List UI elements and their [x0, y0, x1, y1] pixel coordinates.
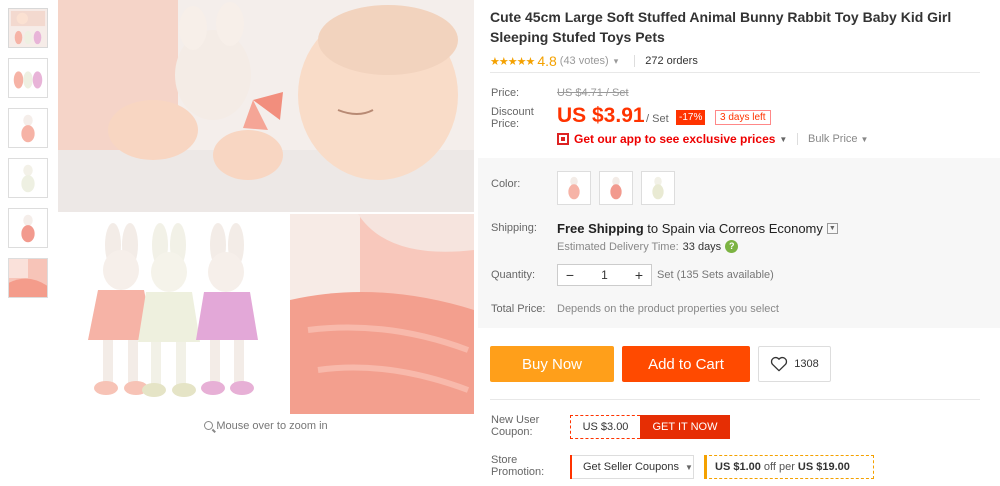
- deal-threshold: US $19.00: [797, 461, 850, 473]
- deal-discount: US $1.00: [715, 461, 761, 473]
- shipping-destination: to Spain via Correos Economy: [647, 221, 823, 236]
- app-promo-text: Get our app to see exclusive prices: [574, 132, 776, 146]
- store-label-line2: Promotion:: [491, 466, 545, 478]
- bulk-price-label: Bulk Price: [808, 133, 858, 145]
- new-user-label-line2: Coupon:: [491, 426, 533, 438]
- coupon-amount: US $3.00: [570, 415, 640, 439]
- delivery-estimate: Estimated Delivery Time: 33 days ?: [557, 240, 739, 253]
- seller-coupons-dropdown[interactable]: Get Seller Coupons ▼: [570, 455, 694, 479]
- shipping-selector[interactable]: Free Shipping to Spain via Correos Econo…: [557, 221, 838, 236]
- bulk-price-dropdown[interactable]: Bulk Price ▼: [797, 133, 868, 145]
- new-user-label-line1: New User: [491, 414, 540, 426]
- get-it-now-button[interactable]: GET IT NOW: [640, 415, 730, 439]
- days-left-badge: 3 days left: [715, 110, 771, 125]
- divider: [490, 72, 980, 73]
- add-to-cart-button[interactable]: Add to Cart: [622, 346, 750, 382]
- star-rating-icon: ★★★★★: [490, 55, 535, 68]
- heart-icon: [771, 356, 788, 372]
- product-info: Cute 45cm Large Soft Stuffed Animal Bunn…: [490, 0, 990, 70]
- qr-code-icon: [557, 133, 569, 145]
- divider: [634, 55, 636, 67]
- delivery-label: Estimated Delivery Time:: [557, 240, 679, 253]
- current-price: US $3.91: [557, 104, 645, 127]
- total-price-value: Depends on the product properties you se…: [557, 303, 779, 315]
- thumbnail-3[interactable]: [8, 108, 48, 148]
- thumbnail-4[interactable]: [8, 158, 48, 198]
- quantity-decrease-button[interactable]: −: [558, 267, 582, 283]
- divider: [797, 133, 798, 145]
- divider: [490, 399, 980, 400]
- store-promotion-label: Store Promotion:: [491, 454, 544, 478]
- quantity-label: Quantity:: [491, 269, 536, 281]
- discount-label-line2: Price:: [491, 118, 520, 130]
- discount-price-label: Discount Price:: [491, 106, 534, 130]
- color-option-pink[interactable]: [557, 171, 591, 205]
- product-title: Cute 45cm Large Soft Stuffed Animal Bunn…: [490, 9, 952, 45]
- color-option-red[interactable]: [599, 171, 633, 205]
- zoom-hint-text: Mouse over to zoom in: [216, 420, 328, 432]
- thumbnail-5[interactable]: [8, 208, 48, 248]
- delivery-days: 33 days: [682, 240, 722, 253]
- new-user-coupon-label: New User Coupon:: [491, 414, 539, 438]
- store-label-line1: Store: [491, 454, 518, 466]
- price-unit: / Set: [646, 113, 669, 125]
- wishlist-count: 1308: [794, 358, 819, 370]
- quantity-available: Set (135 Sets available): [657, 269, 774, 281]
- votes-link[interactable]: (43 votes): [560, 55, 609, 67]
- app-promo-link[interactable]: Get our app to see exclusive prices ▼: [557, 132, 787, 146]
- buy-now-button[interactable]: Buy Now: [490, 346, 614, 382]
- caret-down-icon: ▼: [685, 462, 693, 472]
- help-icon[interactable]: ?: [725, 240, 739, 253]
- thumbnail-1[interactable]: [8, 8, 48, 48]
- caret-down-icon: ▼: [779, 134, 788, 144]
- color-label: Color:: [491, 178, 521, 190]
- rating-value: 4.8: [537, 53, 557, 69]
- seller-coupons-label: Get Seller Coupons: [583, 461, 679, 473]
- caret-down-icon: ▼: [860, 134, 869, 144]
- color-option-beige[interactable]: [641, 171, 675, 205]
- thumbnail-list: [8, 8, 50, 308]
- shipping-label: Shipping:: [491, 222, 537, 234]
- rating-row: ★★★★★ 4.8 (43 votes) ▾ 272 orders: [490, 52, 990, 70]
- thumbnail-2[interactable]: [8, 58, 48, 98]
- quantity-increase-button[interactable]: +: [627, 267, 651, 283]
- discount-badge: -17%: [676, 110, 706, 125]
- zoom-hint: Mouse over to zoom in: [58, 420, 474, 432]
- total-price-label: Total Price:: [491, 303, 546, 315]
- chevron-down-icon[interactable]: ▾: [614, 56, 619, 67]
- magnifier-icon: [204, 421, 214, 430]
- price-label: Price:: [491, 87, 520, 99]
- main-product-image[interactable]: [58, 0, 474, 414]
- thumbnail-6[interactable]: [8, 258, 48, 298]
- free-shipping-text: Free Shipping: [557, 221, 644, 236]
- chevron-down-icon[interactable]: ▼: [826, 223, 838, 234]
- quantity-input[interactable]: 1: [582, 268, 627, 282]
- store-promotion-deal: US $1.00 off per US $19.00: [704, 455, 874, 479]
- original-price: US $4.71 / Set: [557, 87, 629, 99]
- wishlist-button[interactable]: 1308: [758, 346, 831, 382]
- quantity-stepper: − 1 +: [557, 264, 652, 286]
- discount-label-line1: Discount: [491, 106, 534, 118]
- deal-connector: off per: [763, 461, 795, 473]
- orders-count: 272 orders: [645, 55, 698, 67]
